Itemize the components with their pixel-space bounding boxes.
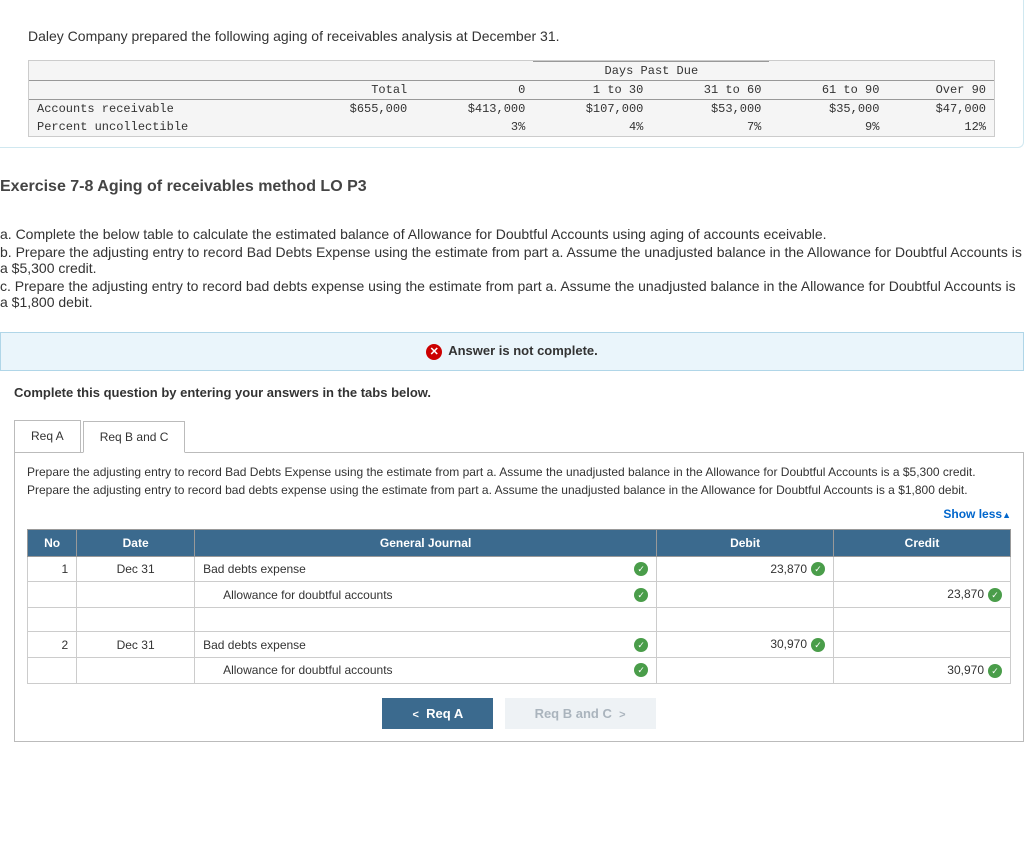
credit-cell[interactable]: 30,970✓ [834,658,1011,684]
tab-req-b-and-c[interactable]: Req B and C [83,421,186,453]
general-journal-table: No Date General Journal Debit Credit 1 D… [27,529,1011,684]
account-cell[interactable]: Allowance for doubtful accounts✓ [195,658,657,684]
next-button[interactable]: Req B and C > [505,698,656,729]
check-icon: ✓ [634,663,648,677]
account-cell[interactable]: Allowance for doubtful accounts✓ [195,582,657,608]
table-row: Allowance for doubtful accounts✓ 30,970✓ [28,658,1011,684]
days-past-due-header: Days Past Due [533,62,769,81]
exercise-title: Exercise 7-8 Aging of receivables method… [0,178,1024,196]
check-icon: ✓ [988,664,1002,678]
complete-instruction: Complete this question by entering your … [14,385,1024,400]
chevron-right-icon: > [619,709,625,721]
account-cell[interactable]: Bad debts expense✓ [195,632,657,658]
debit-cell[interactable] [657,582,834,608]
debit-cell[interactable]: 30,970✓ [657,632,834,658]
table-row [28,608,1011,632]
intro-text: Daley Company prepared the following agi… [28,28,995,44]
instructions: a. Complete the below table to calculate… [0,226,1024,310]
tab-req-a[interactable]: Req A [14,420,81,452]
check-icon: ✓ [811,562,825,576]
check-icon: ✓ [988,588,1002,602]
check-icon: ✓ [811,638,825,652]
prev-button[interactable]: < Req A [382,698,493,729]
show-less-link[interactable]: Show less▲ [27,507,1011,521]
table-row: Allowance for doubtful accounts✓ 23,870✓ [28,582,1011,608]
check-icon: ✓ [634,562,648,576]
chevron-up-icon: ▲ [1002,510,1011,520]
table-row: 2 Dec 31 Bad debts expense✓ 30,970✓ [28,632,1011,658]
credit-cell[interactable] [834,556,1011,582]
table-row: Percent uncollectible 3% 4% 7% 9% 12% [29,118,994,136]
aging-table: Days Past Due Total 0 1 to 30 31 to 60 6… [28,60,995,137]
check-icon: ✓ [634,588,648,602]
tab-content: Prepare the adjusting entry to record Ba… [14,452,1024,742]
credit-cell[interactable] [834,632,1011,658]
account-cell[interactable]: Bad debts expense✓ [195,556,657,582]
chevron-left-icon: < [412,709,418,721]
error-icon: ✕ [426,344,442,360]
table-row: 1 Dec 31 Bad debts expense✓ 23,870✓ [28,556,1011,582]
debit-cell[interactable] [657,658,834,684]
answer-status-banner: ✕Answer is not complete. [0,332,1024,371]
debit-cell[interactable]: 23,870✓ [657,556,834,582]
credit-cell[interactable]: 23,870✓ [834,582,1011,608]
table-row: Accounts receivable $655,000 $413,000 $1… [29,100,994,119]
check-icon: ✓ [634,638,648,652]
